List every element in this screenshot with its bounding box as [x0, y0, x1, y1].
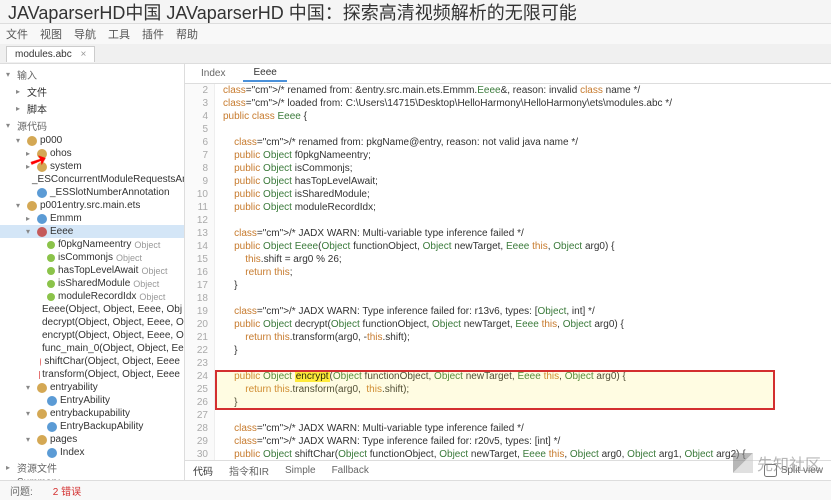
error-count[interactable]: 2 错误 [53, 483, 81, 498]
tree-node[interactable]: Eeee(Object, Object, Eeee, Obj [0, 303, 184, 316]
editor-tab-eeee[interactable]: Eeee [243, 65, 286, 82]
issues-label[interactable]: 问题: [10, 483, 33, 498]
bottom-tab-ir[interactable]: 指令和IR [229, 463, 269, 478]
tree-node[interactable]: ▾p000 [0, 134, 184, 147]
tree-node[interactable]: EntryBackupAbility [0, 420, 184, 433]
menu-bar: 文件 视图 导航 工具 插件 帮助 [0, 24, 831, 44]
tree-node[interactable]: shiftChar(Object, Object, Eeee [0, 355, 184, 368]
tree-node[interactable]: ▾entryability [0, 381, 184, 394]
tree-node[interactable]: hasTopLevelAwait Object [0, 264, 184, 277]
main: ▾输入 ▸文件 ▸脚本 ▾源代码 ▾p000▸ohos▸system_ESCon… [0, 64, 831, 480]
menu-nav[interactable]: 导航 [74, 26, 96, 42]
code-editor[interactable]: 2345678910111213141516171819202122232425… [185, 84, 831, 460]
sidebar-scripts[interactable]: ▸脚本 [0, 100, 184, 117]
editor-tabs: Index Eeee [185, 64, 831, 84]
bottom-tab-fallback[interactable]: Fallback [332, 465, 369, 476]
top-tab[interactable]: modules.abc × [6, 46, 95, 62]
menu-help[interactable]: 帮助 [176, 26, 198, 42]
bottom-tab-code[interactable]: 代码 [193, 463, 213, 478]
tree-node[interactable]: decrypt(Object, Object, Eeee, Obj [0, 316, 184, 329]
menu-tool[interactable]: 工具 [108, 26, 130, 42]
watermark: 先知社区 [733, 451, 821, 475]
app-title: JAVaparserHD中国 JAVaparserHD 中国：探索高清视频解析的… [8, 0, 577, 25]
top-tabs: modules.abc × [0, 44, 831, 64]
tree-node[interactable]: ▾p001entry.src.main.ets [0, 199, 184, 212]
tree-node[interactable]: func_main_0(Object, Object, Eee [0, 342, 184, 355]
code-content[interactable]: class="cm">/* renamed from: &entry.src.m… [215, 84, 831, 460]
close-icon[interactable]: × [80, 49, 86, 60]
tree-node[interactable]: _ESSlotNumberAnnotation [0, 186, 184, 199]
editor-area: Index Eeee 23456789101112131415161718192… [185, 64, 831, 480]
watermark-icon [733, 453, 753, 473]
tree-node[interactable]: encrypt(Object, Object, Eeee, Obj [0, 329, 184, 342]
sidebar-files[interactable]: ▸文件 [0, 83, 184, 100]
title-bar: JAVaparserHD中国 JAVaparserHD 中国：探索高清视频解析的… [0, 0, 831, 24]
tree-node[interactable]: Index [0, 446, 184, 459]
tree-node[interactable]: EntryAbility [0, 394, 184, 407]
line-gutter: 2345678910111213141516171819202122232425… [185, 84, 215, 460]
sidebar-section-resources[interactable]: ▸资源文件 [0, 459, 184, 476]
tree-node[interactable]: transform(Object, Object, Eeee [0, 368, 184, 381]
sidebar: ▾输入 ▸文件 ▸脚本 ▾源代码 ▾p000▸ohos▸system_ESCon… [0, 64, 185, 480]
bottom-tab-simple[interactable]: Simple [285, 465, 316, 476]
tab-label: modules.abc [15, 49, 72, 60]
sidebar-section-summary[interactable]: Summary [0, 476, 184, 480]
tree-node[interactable]: ▾entrybackupability [0, 407, 184, 420]
sidebar-section-input[interactable]: ▾输入 [0, 66, 184, 83]
tree-node[interactable]: ▸ohos [0, 147, 184, 160]
tree-node[interactable]: _ESConcurrentModuleRequestsAnnota [0, 173, 184, 186]
menu-file[interactable]: 文件 [6, 26, 28, 42]
menu-view[interactable]: 视图 [40, 26, 62, 42]
tree-node[interactable]: isCommonjs Object [0, 251, 184, 264]
tree-node[interactable]: ▸Emmm [0, 212, 184, 225]
sidebar-section-source[interactable]: ▾源代码 [0, 117, 184, 134]
menu-plugin[interactable]: 插件 [142, 26, 164, 42]
status-bar: 问题: 2 错误 [0, 480, 831, 500]
tree-node[interactable]: isSharedModule Object [0, 277, 184, 290]
tree-node[interactable]: moduleRecordIdx Object [0, 290, 184, 303]
tree-node[interactable]: f0pkgNameentry Object [0, 238, 184, 251]
editor-tab-index[interactable]: Index [191, 66, 235, 81]
tree-node[interactable]: ▾pages [0, 433, 184, 446]
tree-node[interactable]: ▾Eeee [0, 225, 184, 238]
